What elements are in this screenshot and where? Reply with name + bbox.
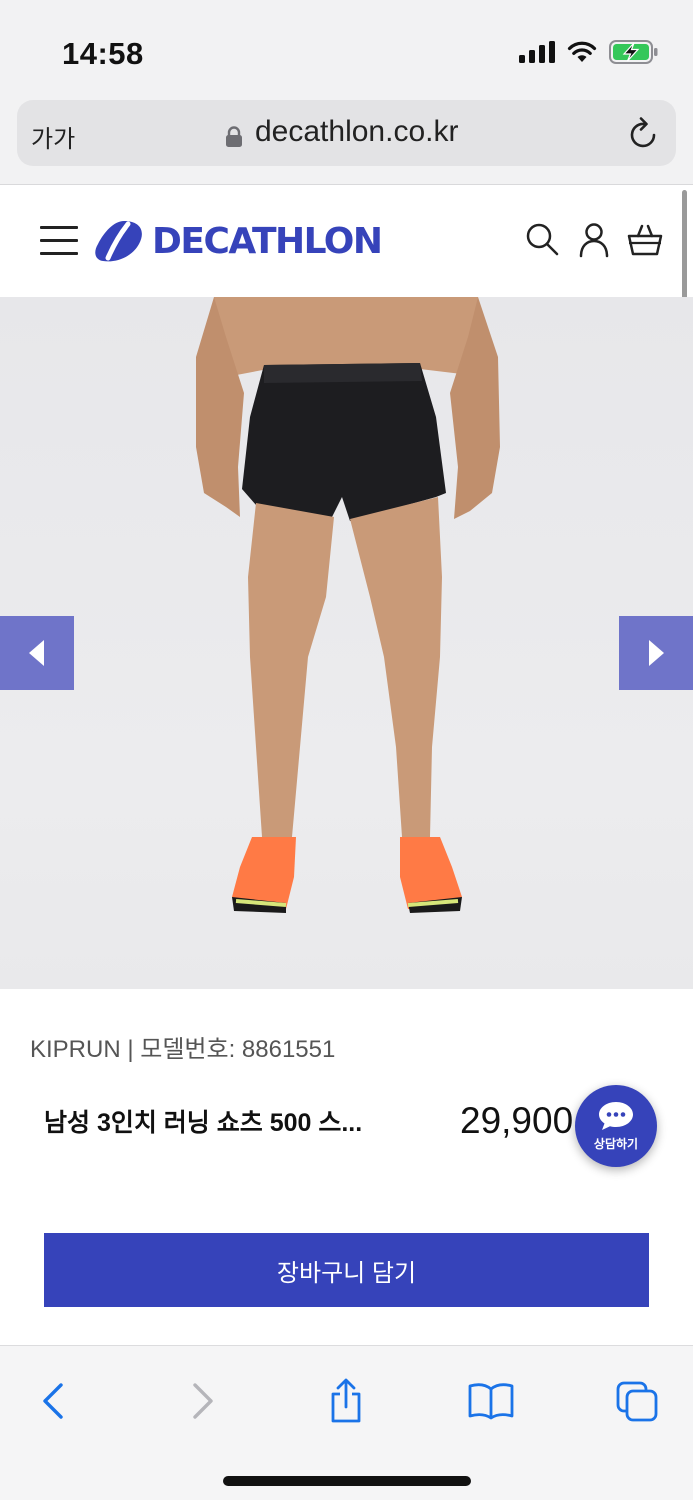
logo-text: DECATHLON [152,220,383,262]
back-button[interactable] [28,1376,78,1426]
previous-image-button[interactable] [0,616,74,690]
browser-address-area: 가가 decathlon.co.kr [0,95,693,185]
status-bar: 14:58 [0,0,693,95]
menu-icon[interactable] [40,226,78,256]
lock-icon [226,126,242,147]
reload-icon[interactable] [628,116,660,150]
next-image-button[interactable] [619,616,693,690]
brand-model-line: KIPRUN | 모델번호: 8861551 [30,1036,336,1063]
url-text[interactable]: decathlon.co.kr [255,115,458,149]
status-time: 14:58 [62,36,144,71]
bookmarks-icon [468,1383,514,1420]
bookmarks-button[interactable] [466,1376,516,1426]
decathlon-logo[interactable]: DECATHLON [94,218,383,264]
decathlon-logo-mark-icon [95,221,142,262]
home-indicator[interactable] [223,1476,471,1486]
search-icon[interactable] [525,222,561,258]
header-actions [525,222,663,258]
tabs-icon [616,1381,658,1422]
share-icon [331,1378,361,1423]
back-icon [43,1383,63,1419]
product-image-carousel[interactable] [0,297,693,989]
wifi-icon [567,41,597,62]
tabs-button[interactable] [612,1376,662,1426]
status-icons [519,40,659,64]
site-header: DECATHLON [0,186,693,297]
basket-icon[interactable] [627,222,663,258]
battery-charging-icon [609,40,658,64]
product-name: 남성 3인치 러닝 쇼츠 500 스... [44,1109,363,1137]
cellular-signal-icon [519,41,555,63]
product-price: 29,900 [460,1100,574,1141]
text-size-button[interactable]: 가가 [31,119,75,154]
add-to-cart-button[interactable]: 장바구니 담기 [44,1233,649,1307]
forward-icon [193,1383,213,1419]
product-info: KIPRUN | 모델번호: 8861551 남성 3인치 러닝 쇼츠 500 … [0,989,693,1345]
product-photo-image [196,297,500,913]
share-button[interactable] [321,1376,371,1426]
chevron-left-icon [29,640,44,666]
user-icon[interactable] [577,222,611,258]
forward-button[interactable] [178,1376,228,1426]
chevron-right-icon [649,640,664,666]
chat-bubble-icon [599,1102,633,1130]
chat-consult-button[interactable]: 상담하기 [575,1085,657,1167]
url-bar[interactable]: 가가 decathlon.co.kr [17,100,676,166]
browser-toolbar [0,1345,693,1500]
chat-label: 상담하기 [593,1137,639,1151]
